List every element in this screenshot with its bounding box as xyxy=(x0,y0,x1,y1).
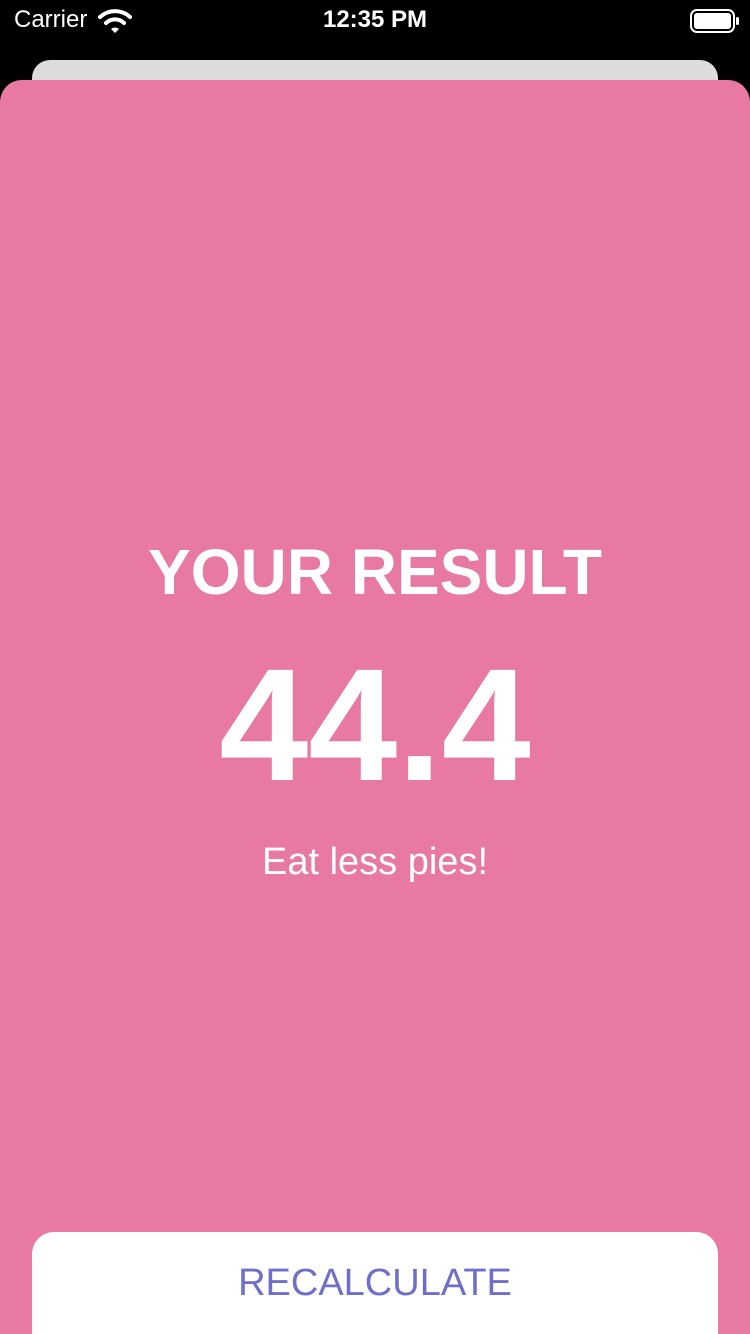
status-time: 12:35 PM xyxy=(322,6,428,33)
status-bar: Carrier 12:35 PM xyxy=(0,0,750,40)
recalculate-button[interactable]: RECALCULATE xyxy=(32,1232,718,1334)
result-title: YOUR RESULT xyxy=(148,536,602,608)
advice-text: Eat less pies! xyxy=(262,841,488,883)
result-value: 44.4 xyxy=(219,635,531,814)
battery-icon xyxy=(690,9,739,33)
